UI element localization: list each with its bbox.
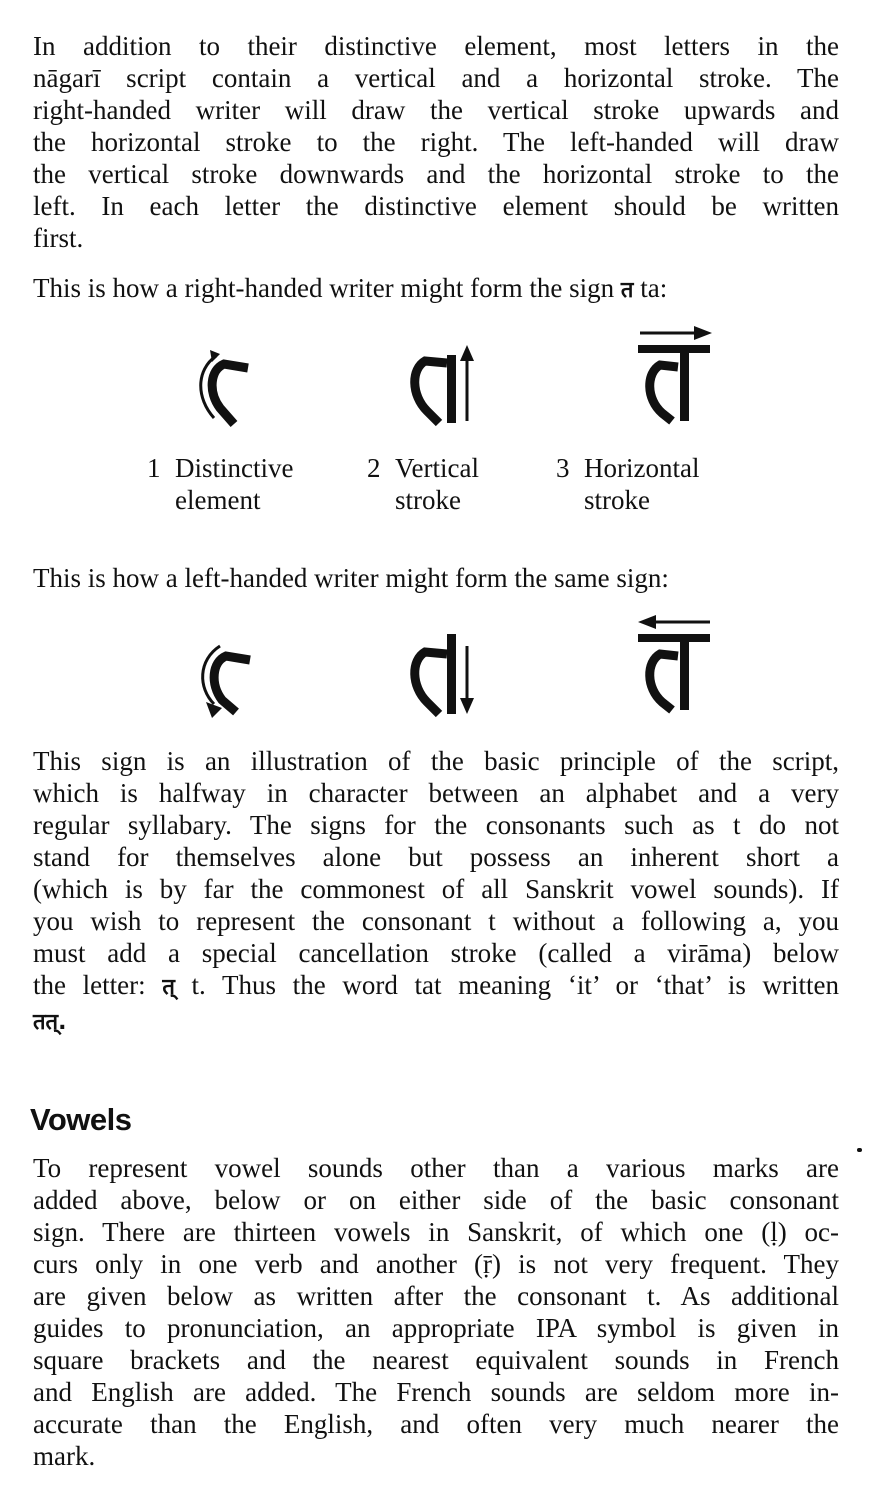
- caption-step1: 1 Distinctive element: [147, 452, 327, 518]
- text-line: stand for themselves alone but possess a…: [33, 842, 839, 872]
- devanagari-tat: तत्.: [33, 1010, 67, 1035]
- text-line: In addition to their distinctive element…: [33, 31, 839, 61]
- text-line: first.: [33, 223, 84, 253]
- devanagari-t-virama: त्: [162, 975, 175, 1000]
- virama-paragraph: This sign is an illustration of the basi…: [33, 745, 839, 1039]
- text-line: you wish to represent the consonant t wi…: [33, 906, 839, 936]
- text-line: square brackets and the nearest equivale…: [33, 1345, 839, 1375]
- section-heading-vowels: Vowels: [30, 1102, 132, 1137]
- text-line: mark.: [33, 1441, 96, 1471]
- caption-number: 1: [147, 453, 161, 483]
- caption-text: Vertical stroke: [395, 452, 479, 516]
- text-line: the letter: त् t. Thus the word tat mean…: [33, 969, 839, 1004]
- stray-mark: [857, 1148, 862, 1152]
- text-line: the vertical stroke downwards and the ho…: [33, 159, 839, 189]
- caption-line: Distinctive: [175, 453, 294, 483]
- lh-step2-glyph: [405, 626, 485, 721]
- vowels-paragraph: To represent vowel sounds other than a v…: [33, 1152, 839, 1472]
- text-line: accurate than the English, and often ver…: [33, 1409, 839, 1439]
- text-line: To represent vowel sounds other than a v…: [33, 1153, 839, 1183]
- text-line: sign. There are thirteen vowels in Sansk…: [33, 1217, 839, 1247]
- text-line: are given below as written after the con…: [33, 1281, 839, 1311]
- text-line: right-handed writer will draw the vertic…: [33, 95, 839, 125]
- caption-line: Vertical: [395, 453, 479, 483]
- rh-step3-glyph: [632, 323, 717, 428]
- caption-step2: 2 Vertical stroke: [367, 452, 517, 518]
- rh-step2-glyph: [405, 335, 485, 430]
- book-page: In addition to their distinctive element…: [0, 0, 870, 1510]
- text-line: This sign is an illustration of the basi…: [33, 746, 839, 776]
- lh-step3-glyph: [632, 612, 717, 717]
- text-line: left. In each letter the distinctive ele…: [33, 191, 839, 221]
- right-handed-intro: This is how a right-handed writer might …: [33, 272, 667, 307]
- caption-number: 2: [367, 453, 381, 483]
- intro-text: This is how a right-handed writer might …: [33, 273, 621, 303]
- caption-line: stroke: [395, 485, 461, 515]
- caption-step3: 3 Horizontal stroke: [556, 452, 746, 518]
- text-line: and English are added. The French sounds…: [33, 1377, 839, 1407]
- left-handed-intro: This is how a left-handed writer might f…: [33, 563, 669, 593]
- text-line: which is halfway in character between an…: [33, 778, 839, 808]
- caption-text: Distinctive element: [175, 452, 293, 516]
- lh-step1-glyph: [192, 632, 262, 722]
- text-line: तत्.: [33, 1004, 839, 1039]
- text-segment: the letter:: [33, 970, 163, 1000]
- caption-line: stroke: [584, 485, 650, 515]
- intro-text-end: ta:: [633, 273, 668, 303]
- text-line: the horizontal stroke to the right. The …: [33, 127, 839, 157]
- text-line: added above, below or on either side of …: [33, 1185, 839, 1215]
- text-line: guides to pronunciation, an appropriate …: [33, 1313, 839, 1343]
- text-line: must add a special cancellation stroke (…: [33, 938, 839, 968]
- rh-step1-glyph: [190, 340, 260, 430]
- text-line: regular syllabary. The signs for the con…: [33, 810, 839, 840]
- caption-line: Horizontal: [584, 453, 700, 483]
- caption-number: 3: [556, 453, 570, 483]
- text-line: (which is by far the commonest of all Sa…: [33, 874, 839, 904]
- text-line: nāgarī script contain a vertical and a h…: [33, 63, 839, 93]
- text-line: curs only in one verb and another (ṝ) is…: [33, 1249, 839, 1279]
- devanagari-ta: त: [620, 278, 634, 303]
- caption-text: Horizontal stroke: [584, 452, 699, 516]
- text-segment: t. Thus the word tat meaning ‘it’ or ‘th…: [174, 970, 840, 1000]
- intro-paragraph: In addition to their distinctive element…: [33, 30, 839, 254]
- caption-line: element: [175, 485, 261, 515]
